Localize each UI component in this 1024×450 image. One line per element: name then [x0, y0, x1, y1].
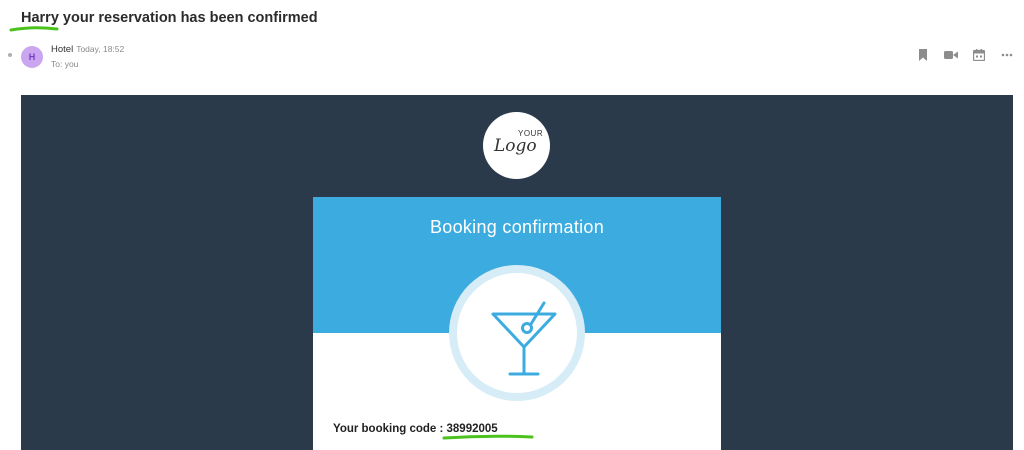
brand-logo: YOUR Logo	[483, 112, 550, 179]
recipient-line: To: you	[51, 59, 79, 69]
more-icon[interactable]	[1000, 48, 1014, 62]
cocktail-badge-inner	[457, 273, 577, 393]
sender-row: H Hotel Today, 18:52 To: you	[0, 42, 1024, 72]
sender-name[interactable]: Hotel	[51, 44, 73, 55]
email-body: YOUR Logo Booking confirmation Your book…	[21, 95, 1013, 450]
video-icon[interactable]	[944, 48, 958, 62]
email-subject: Harry your reservation has been confirme…	[21, 10, 318, 26]
avatar[interactable]: H	[21, 46, 43, 68]
message-actions	[916, 48, 1014, 62]
bookmark-icon[interactable]	[916, 48, 930, 62]
avatar-initial: H	[28, 52, 36, 62]
sender-line: Hotel Today, 18:52	[51, 44, 124, 55]
booking-code-highlight-underline	[442, 434, 534, 440]
cocktail-badge	[449, 265, 585, 401]
unread-dot	[8, 53, 12, 57]
cocktail-glass-icon	[491, 301, 557, 376]
calendar-icon[interactable]	[972, 48, 986, 62]
card-title: Booking confirmation	[429, 217, 605, 237]
subject-highlight-underline	[9, 26, 59, 32]
logo-main-text: Logo	[494, 136, 537, 156]
sent-time: Today, 18:52	[76, 44, 125, 54]
booking-code-label: Your booking code :	[333, 423, 447, 435]
